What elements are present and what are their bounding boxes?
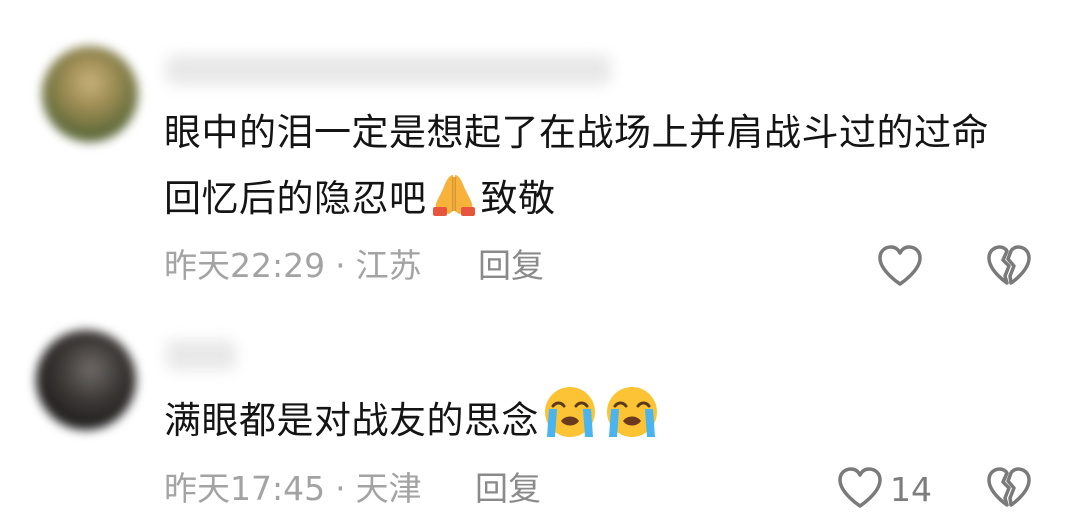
like-count: 14 [890, 470, 932, 509]
comment-time: 昨天22:29 [164, 246, 326, 285]
loudly-crying-face-icon [603, 385, 661, 460]
comment-location: 江苏 [355, 246, 422, 285]
meta-separator: · [335, 469, 346, 508]
like-button[interactable] [876, 244, 930, 292]
comment-time: 昨天17:45 [164, 469, 326, 508]
comment-meta: 昨天17:45 · 天津 [164, 469, 422, 509]
comment-meta: 昨天22:29 · 江苏 [164, 246, 422, 286]
dislike-button[interactable] [986, 466, 1032, 514]
loudly-crying-face-icon [541, 385, 599, 460]
comment-text-tail: 致敬 [480, 177, 556, 220]
like-button[interactable]: 14 [836, 466, 932, 514]
broken-heart-outline-icon [986, 244, 1032, 292]
comment-text-body: 眼中的泪一定是想起了在战场上并肩战斗过的过命回忆后的隐忍吧 [164, 111, 989, 220]
comment-text: 眼中的泪一定是想起了在战场上并肩战斗过的过命回忆后的隐忍吧 致敬 [164, 100, 1024, 238]
comment-text: 满眼都是对战友的思念 [164, 385, 1024, 460]
reply-button[interactable]: 回复 [475, 469, 541, 509]
heart-outline-icon [836, 466, 884, 514]
meta-separator: · [335, 246, 346, 285]
username-blurred[interactable] [166, 55, 611, 85]
username-blurred[interactable] [166, 340, 236, 370]
avatar[interactable] [36, 330, 136, 430]
dislike-button[interactable] [986, 244, 1032, 292]
avatar[interactable] [42, 46, 138, 142]
reply-button[interactable]: 回复 [478, 246, 544, 286]
broken-heart-outline-icon [986, 466, 1032, 514]
folded-hands-icon [429, 171, 479, 238]
comment-text-body: 满眼都是对战友的思念 [164, 399, 539, 442]
comment-location: 天津 [355, 469, 422, 508]
heart-outline-icon [876, 244, 924, 292]
